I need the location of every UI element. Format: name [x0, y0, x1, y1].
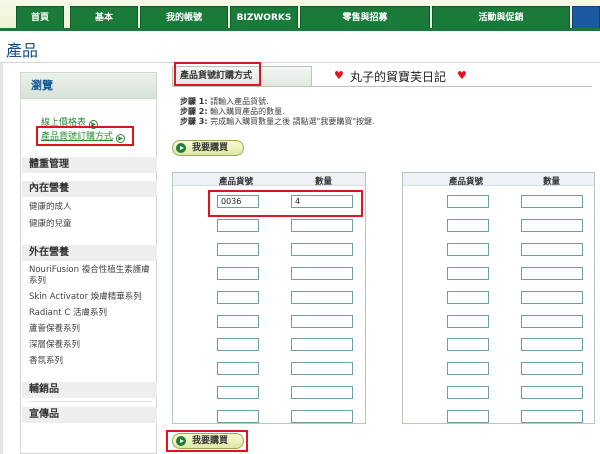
sidebar-section-promo[interactable]: 宣傳品 [22, 407, 157, 423]
panel-header [403, 173, 594, 186]
sidebar-section-inner[interactable]: 內在營養 [22, 181, 157, 197]
highlight-box-sidebar [36, 126, 134, 146]
nav-tab-bizworks[interactable]: BIZWORKS [230, 6, 298, 28]
heart-icon: ♥ [457, 69, 467, 82]
quantity-input[interactable] [291, 243, 353, 256]
step-label: 步驟 3: [180, 117, 208, 126]
quantity-input[interactable] [521, 315, 583, 328]
product-code-input[interactable] [217, 386, 259, 399]
nav-tab-home[interactable]: 首頁 [16, 6, 64, 28]
product-code-input[interactable] [217, 243, 259, 256]
product-code-input[interactable] [447, 219, 489, 232]
quantity-input[interactable] [521, 291, 583, 304]
sidebar-header: 瀏覽 [21, 73, 156, 99]
quantity-input[interactable] [521, 195, 583, 208]
step-text: 輸入購買產品的數量. [210, 107, 285, 116]
step-2: 步驟 2: 輸入購買產品的數量. [180, 107, 375, 117]
quantity-input[interactable] [291, 315, 353, 328]
buy-button-top[interactable]: 我要購買 [172, 140, 244, 156]
highlight-box-first-row [208, 190, 363, 217]
sidebar-item-healthy-adult[interactable]: 健康的成人 [29, 202, 72, 213]
quantity-input[interactable] [291, 267, 353, 280]
quantity-input[interactable] [291, 219, 353, 232]
highlight-box-buy-bottom [166, 430, 248, 452]
order-panel-right: 產品貨號 數量 [402, 172, 595, 424]
product-code-input[interactable] [447, 362, 489, 375]
page-title: 產品 [6, 41, 39, 60]
quantity-input[interactable] [291, 338, 353, 351]
left-edge-bar [0, 63, 3, 454]
sidebar-item-healthy-child[interactable]: 健康的兒童 [29, 219, 72, 230]
quantity-input[interactable] [291, 362, 353, 375]
quantity-input[interactable] [521, 219, 583, 232]
quantity-input[interactable] [521, 362, 583, 375]
product-code-input[interactable] [217, 362, 259, 375]
product-code-input[interactable] [447, 291, 489, 304]
column-header-product: 產品貨號 [219, 177, 254, 187]
sidebar-item-aloe[interactable]: 蘆薈保養系列 [29, 324, 80, 335]
highlight-box-tab [174, 62, 261, 86]
tab-divider [172, 86, 592, 87]
step-label: 步驟 1: [180, 97, 208, 106]
step-label: 步驟 2: [180, 107, 208, 116]
product-code-input[interactable] [217, 410, 259, 423]
product-code-input[interactable] [447, 338, 489, 351]
step-3: 步驟 3: 完成輸入購買數量之後 請點選"我要購買"按鍵. [180, 117, 375, 127]
nav-tab-basic[interactable]: 基本 [70, 6, 138, 28]
sidebar-section-outer[interactable]: 外在營養 [22, 245, 157, 261]
sidebar-item-deep-care[interactable]: 深層保養系列 [29, 340, 80, 351]
nav-tab-events-promos[interactable]: 活動與促銷 [432, 6, 570, 28]
nav-tab-more[interactable] [572, 6, 600, 28]
column-header-product: 產品貨號 [449, 177, 484, 187]
sidebar-divider [28, 401, 152, 402]
product-code-input[interactable] [217, 291, 259, 304]
sidebar-item-skin-activator[interactable]: Skin Activator 煥膚精華系列 [29, 292, 142, 303]
product-code-input[interactable] [447, 386, 489, 399]
quantity-input[interactable] [291, 291, 353, 304]
product-code-input[interactable] [447, 410, 489, 423]
product-code-input[interactable] [217, 267, 259, 280]
product-code-input[interactable] [447, 243, 489, 256]
heart-icon: ♥ [334, 69, 344, 82]
quantity-input[interactable] [291, 386, 353, 399]
step-text: 完成輸入購買數量之後 請點選"我要購買"按鍵. [210, 117, 375, 126]
quantity-input[interactable] [521, 243, 583, 256]
quantity-input[interactable] [521, 338, 583, 351]
column-header-qty: 數量 [543, 177, 561, 187]
sidebar-item-fragrance[interactable]: 香氛系列 [29, 356, 63, 367]
product-code-input[interactable] [447, 195, 489, 208]
product-code-input[interactable] [447, 315, 489, 328]
nav-tab-retail-recruit[interactable]: 零售與招募 [300, 6, 430, 28]
column-header-qty: 數量 [315, 177, 333, 187]
title-divider [0, 62, 600, 63]
quantity-input[interactable] [291, 410, 353, 423]
sidebar-item-nourifusion[interactable]: NouriFusion 複合性植生素護膚系列 [29, 265, 151, 287]
quantity-input[interactable] [521, 267, 583, 280]
panel-header [173, 173, 365, 186]
step-text: 請輸入產品貨號. [210, 97, 269, 106]
product-code-input[interactable] [447, 267, 489, 280]
product-code-input[interactable] [217, 338, 259, 351]
nav-bar-rule [0, 28, 600, 31]
instructions: 步驟 1: 請輸入產品貨號. 步驟 2: 輸入購買產品的數量. 步驟 3: 完成… [180, 97, 375, 127]
buy-button-label: 我要購買 [192, 143, 229, 153]
top-navigation: 首頁 基本 我的帳號 BIZWORKS 零售與招募 活動與促銷 [0, 0, 600, 31]
quantity-input[interactable] [521, 386, 583, 399]
sidebar-section-weight[interactable]: 體重管理 [22, 157, 157, 173]
nav-tab-my-account[interactable]: 我的帳號 [140, 6, 228, 28]
step-1: 步驟 1: 請輸入產品貨號. [180, 97, 375, 107]
quantity-input[interactable] [521, 410, 583, 423]
product-code-input[interactable] [217, 315, 259, 328]
sidebar-section-aux[interactable]: 輔銷品 [22, 382, 157, 398]
blog-title: 丸子的貿寶芙日記 [350, 70, 447, 84]
sidebar-item-radiant-c[interactable]: Radiant C 活膚系列 [29, 308, 107, 319]
product-code-input[interactable] [217, 219, 259, 232]
play-icon [176, 143, 186, 153]
